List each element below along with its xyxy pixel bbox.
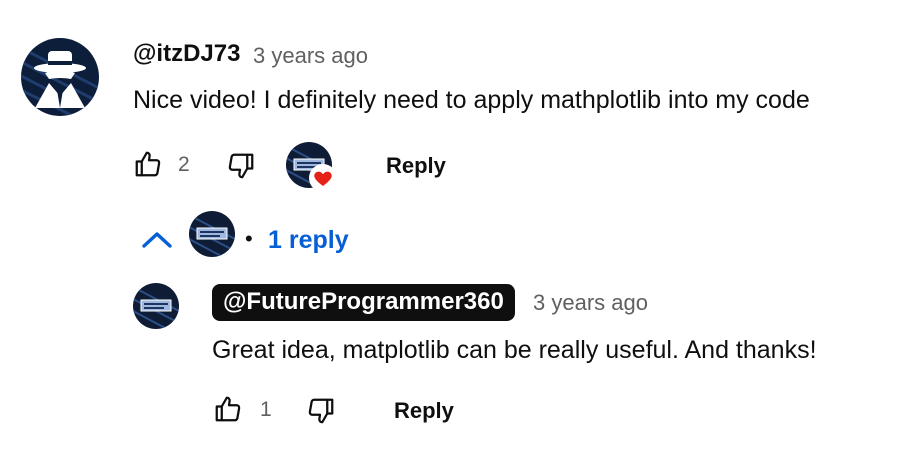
comment-timestamp[interactable]: 3 years ago [253,43,368,69]
comment-text: Nice video! I definitely need to apply m… [133,86,810,114]
reply-dislike-button[interactable] [306,396,336,426]
dislike-button[interactable] [226,151,256,181]
comment-reply-button[interactable]: Reply [386,153,446,179]
replies-count-label[interactable]: 1 reply [268,226,349,255]
thumbs-down-icon [308,398,334,424]
reply-like-button[interactable] [213,394,243,424]
reply-text: Great idea, matplotlib can be really use… [212,336,817,364]
reply-author-avatar[interactable] [133,283,179,329]
commenter-avatar[interactable] [21,38,99,116]
like-button[interactable] [133,149,163,179]
replier-mini-avatar [189,211,235,257]
heart-icon [309,164,337,192]
thumbs-up-icon [215,396,241,422]
reply-like-count: 1 [260,398,272,421]
comment-author[interactable]: @itzDJ73 [133,40,240,68]
reply-reply-button[interactable]: Reply [394,398,454,424]
channel-owner-badge[interactable]: @FutureProgrammer360 [212,284,515,321]
replies-separator: • [245,226,253,251]
reply-timestamp[interactable]: 3 years ago [533,290,648,316]
thumbs-down-icon [228,153,254,179]
comment-like-count: 2 [178,153,190,176]
thumbs-up-icon [135,151,161,177]
chevron-up-icon [142,232,172,248]
